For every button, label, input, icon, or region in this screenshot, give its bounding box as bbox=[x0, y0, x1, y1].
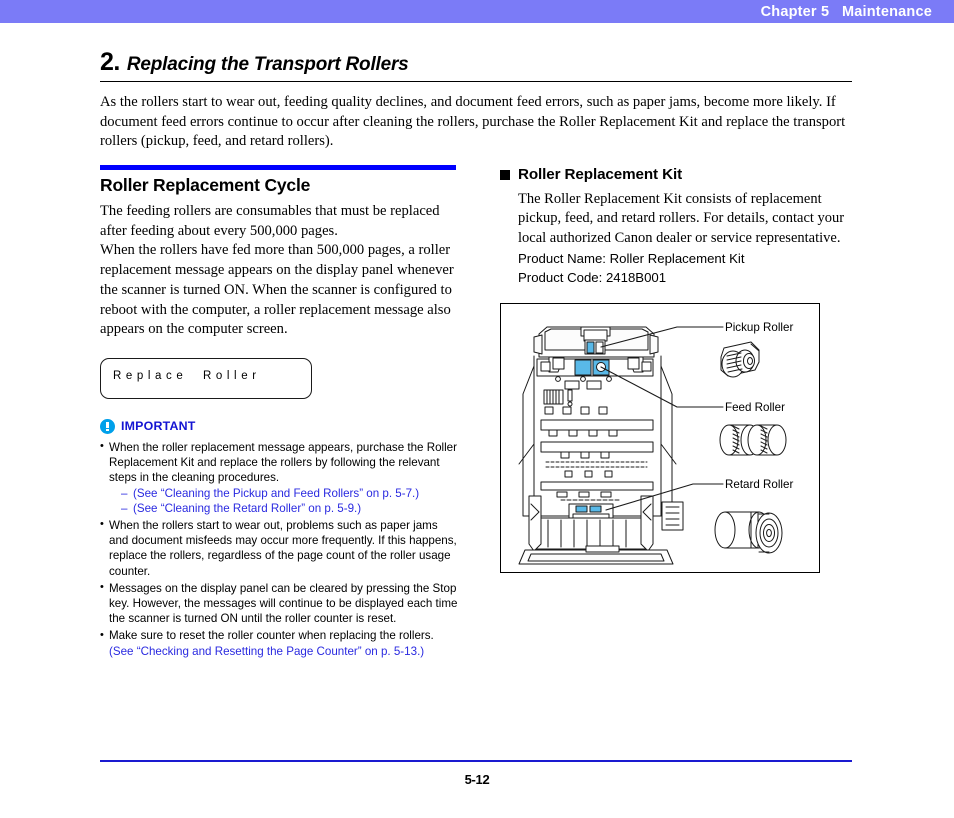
note-text: When the rollers start to wear out, prob… bbox=[109, 518, 457, 578]
exclamation-circle-icon bbox=[100, 418, 115, 434]
cross-reference-list: (See “Cleaning the Pickup and Feed Rolle… bbox=[109, 486, 458, 517]
important-callout-header: IMPORTANT bbox=[100, 418, 458, 434]
section-title: 2. Replacing the Transport Rollers bbox=[100, 50, 852, 82]
kit-heading-label: Roller Replacement Kit bbox=[518, 166, 683, 183]
label-feed-roller: Feed Roller bbox=[725, 401, 785, 414]
section-number: 2. bbox=[100, 48, 120, 76]
list-item: Messages on the display panel can be cle… bbox=[100, 580, 458, 627]
list-item: (See “Cleaning the Retard Roller” on p. … bbox=[121, 501, 458, 516]
list-item: (See “Cleaning the Pickup and Feed Rolle… bbox=[121, 486, 458, 501]
label-pickup-roller: Pickup Roller bbox=[725, 321, 793, 334]
section-name: Replacing the Transport Rollers bbox=[126, 54, 409, 75]
product-code: Product Code: 2418B001 bbox=[518, 270, 667, 286]
page-title: Roller Replacement Cycle bbox=[100, 175, 311, 195]
intro-paragraph: As the rollers start to wear out, feedin… bbox=[100, 94, 846, 149]
kit-paragraph: The Roller Replacement Kit consists of r… bbox=[518, 191, 845, 246]
kit-heading: Roller Replacement Kit bbox=[500, 166, 854, 183]
right-column: Roller Replacement Kit The Roller Replac… bbox=[500, 165, 854, 573]
cycle-paragraph-1: The feeding rollers are consumables that… bbox=[100, 203, 440, 239]
heading-rule bbox=[100, 165, 456, 170]
scanner-illustration: Pickup Roller Feed Roller Retard Roller bbox=[518, 321, 793, 565]
page-number: 5-12 bbox=[464, 772, 490, 787]
note-text: When the roller replacement message appe… bbox=[109, 440, 457, 485]
list-item: When the roller replacement message appe… bbox=[100, 439, 458, 517]
list-item: Make sure to reset the roller counter wh… bbox=[100, 628, 458, 658]
lcd-message: Replace Roller bbox=[113, 369, 261, 382]
roller-diagram-figure: Pickup Roller Feed Roller Retard Roller bbox=[500, 302, 820, 573]
page-header: Chapter 5 Maintenance bbox=[0, 0, 954, 23]
section-title-block: 2. Replacing the Transport Rollers bbox=[100, 50, 852, 82]
cycle-paragraph-2: When the rollers have fed more than 500,… bbox=[100, 242, 454, 338]
note-text: Make sure to reset the roller counter wh… bbox=[109, 629, 434, 643]
product-name: Product Name: Roller Replacement Kit bbox=[518, 250, 745, 266]
left-column: Roller Replacement Cycle The feeding rol… bbox=[100, 165, 458, 661]
label-retard-roller: Retard Roller bbox=[725, 478, 793, 491]
important-note-list: When the roller replacement message appe… bbox=[100, 439, 458, 659]
link-checking-resetting-page-counter[interactable]: (See “Checking and Resetting the Page Co… bbox=[109, 644, 458, 659]
link-cleaning-retard-roller[interactable]: (See “Cleaning the Retard Roller” on p. … bbox=[133, 502, 361, 515]
kit-body: The Roller Replacement Kit consists of r… bbox=[500, 190, 854, 287]
lcd-display-box: Replace Roller bbox=[100, 357, 312, 399]
important-label: IMPORTANT bbox=[121, 419, 196, 434]
link-cleaning-pickup-feed-rollers[interactable]: (See “Cleaning the Pickup and Feed Rolle… bbox=[133, 487, 419, 500]
footer-rule bbox=[100, 760, 852, 762]
cycle-body: The feeding rollers are consumables that… bbox=[100, 202, 458, 340]
note-text: Messages on the display panel can be cle… bbox=[109, 581, 458, 626]
chapter-label: Chapter 5 Maintenance bbox=[760, 3, 932, 20]
list-item: When the rollers start to wear out, prob… bbox=[100, 517, 458, 579]
square-bullet-icon bbox=[500, 169, 510, 180]
